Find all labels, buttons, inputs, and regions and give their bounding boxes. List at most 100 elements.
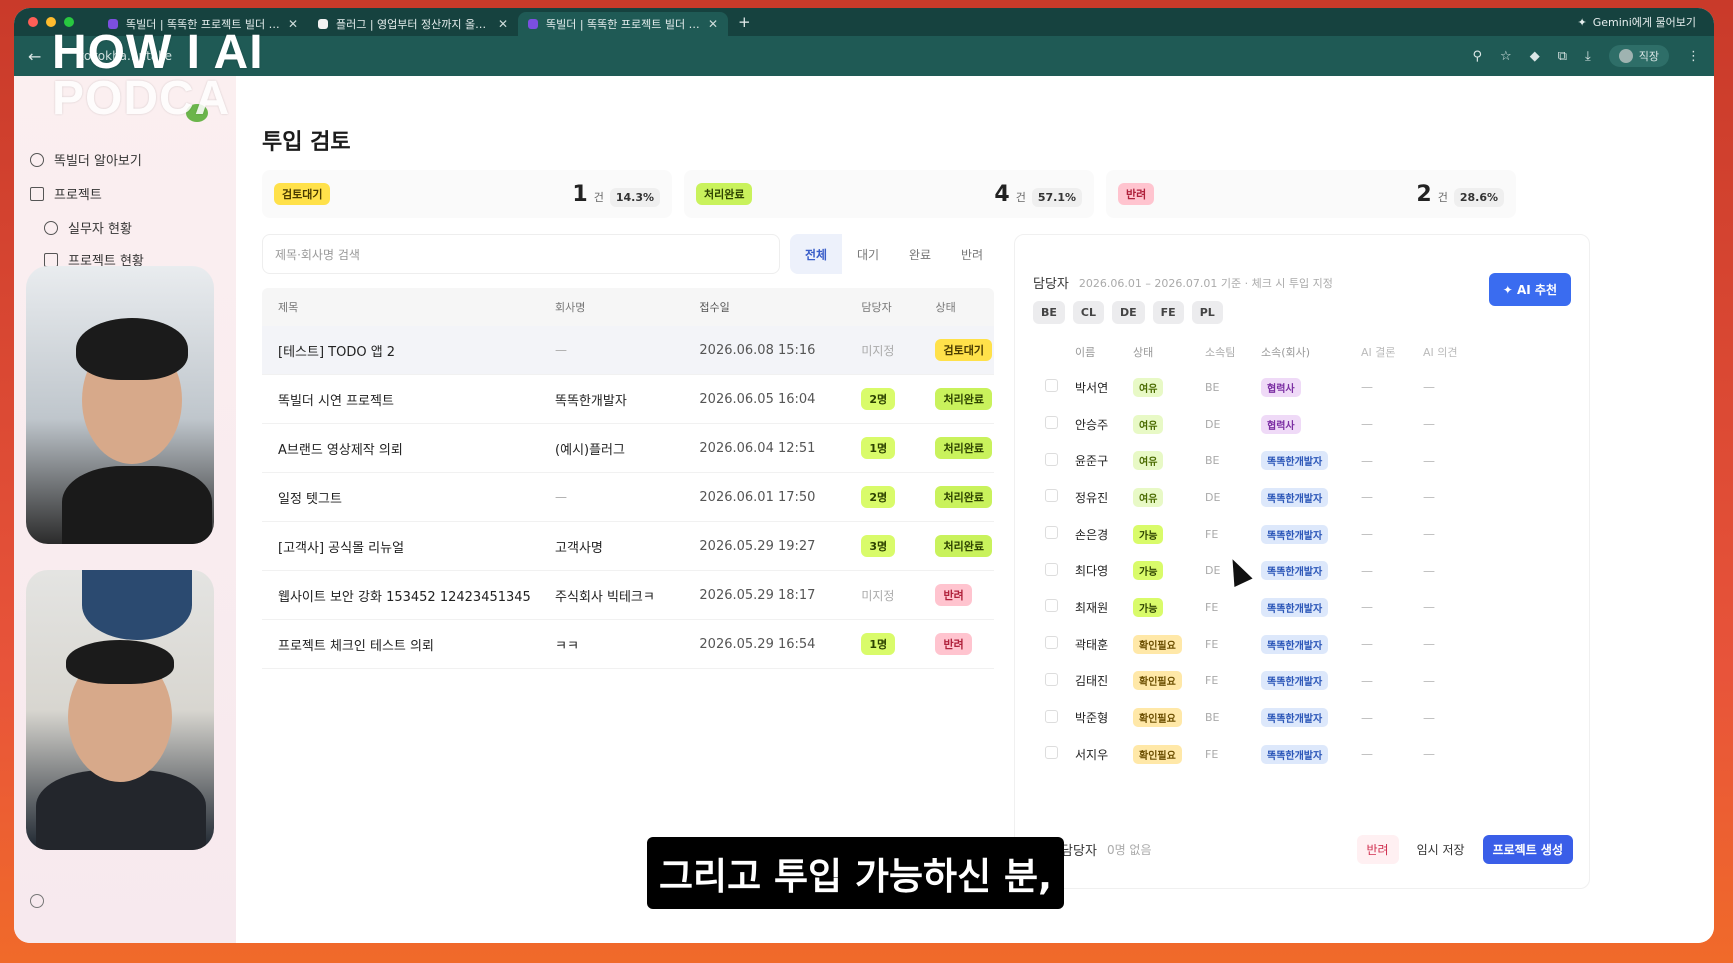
manager-count-badge: 1명 <box>861 437 896 459</box>
row-company: — <box>555 343 568 357</box>
table-header: 제목 회사명 접수일 담당자 상태 <box>262 288 994 326</box>
worker-row[interactable]: 곽태훈 확인필요 FE 똑똑한개발자 — — <box>1033 626 1573 663</box>
bookmark-star-icon[interactable]: ☆ <box>1500 49 1512 64</box>
team-filter-chips: BE CL DE FE PL <box>1033 301 1223 324</box>
checkbox[interactable] <box>1045 489 1058 503</box>
puzzle-icon[interactable]: ⧉ <box>1558 49 1567 64</box>
filter-rejected[interactable]: 반려 <box>946 234 998 274</box>
team-chip-pl[interactable]: PL <box>1191 301 1223 324</box>
row-title: A브랜드 영상제작 의뢰 <box>278 442 403 458</box>
ai-opinion: — <box>1423 417 1435 432</box>
worker-row[interactable]: 최다영 가능 DE 똑똑한개발자 — — <box>1033 552 1573 589</box>
worker-name: 박준형 <box>1075 711 1109 726</box>
team-chip-de[interactable]: DE <box>1112 301 1145 324</box>
worker-name: 김태진 <box>1075 674 1109 689</box>
row-title: [테스트] TODO 앱 2 <box>278 344 396 360</box>
sidebar-item-about[interactable]: 똑빌더 알아보기 <box>30 150 142 169</box>
user-settings-icon[interactable] <box>30 894 44 908</box>
gemini-button[interactable]: ✦ Gemini에게 물어보기 <box>1577 14 1714 30</box>
checkbox[interactable] <box>1045 452 1058 466</box>
worker-table-header: 이름 상태 소속팀 소속(회사) AI 결론 AI 의견 <box>1033 335 1573 369</box>
stat-unit: 건 <box>1437 190 1448 204</box>
back-arrow-icon[interactable]: ← <box>28 47 41 66</box>
panel-date-range: 2026.06.01 – 2026.07.01 기준 · 체크 시 투입 지정 <box>1078 276 1333 290</box>
close-tab-icon[interactable]: ✕ <box>498 17 508 31</box>
worker-row[interactable]: 김태진 확인필요 FE 똑똑한개발자 — — <box>1033 663 1573 700</box>
webcam-host-2 <box>26 570 214 850</box>
ai-result: — <box>1361 380 1373 395</box>
column-header: 이름 <box>1075 346 1096 359</box>
sidebar-item-projects[interactable]: 프로젝트 <box>30 184 102 203</box>
ai-recommend-button[interactable]: ✦ AI 추천 <box>1488 273 1571 306</box>
filter-all[interactable]: 전체 <box>790 234 842 274</box>
worker-row[interactable]: 박준형 확인필요 BE 똑똑한개발자 — — <box>1033 699 1573 736</box>
search-input[interactable]: 제목·회사명 검색 <box>262 234 780 274</box>
close-tab-icon[interactable]: ✕ <box>288 17 298 31</box>
filter-done[interactable]: 완료 <box>894 234 946 274</box>
worker-row[interactable]: 윤준구 여유 BE 똑똑한개발자 — — <box>1033 442 1573 479</box>
stat-card-pending[interactable]: 검토대기 1 건 14.3% <box>262 170 672 218</box>
row-title: 일정 텟그트 <box>278 491 342 507</box>
stat-card-rejected[interactable]: 반려 2 건 28.6% <box>1106 170 1516 218</box>
profile-button[interactable]: 직장 <box>1608 45 1669 67</box>
sidebar-item-workers[interactable]: 실무자 현황 <box>44 218 132 237</box>
ai-opinion: — <box>1423 637 1435 652</box>
worker-row[interactable]: 서지우 확인필요 FE 똑똑한개발자 — — <box>1033 736 1573 773</box>
team-chip-cl[interactable]: CL <box>1072 301 1104 324</box>
sidebar-item-label: 똑빌더 알아보기 <box>54 154 142 169</box>
logo-line-2: PODCA <box>52 72 231 125</box>
page-title: 투입 검토 <box>262 130 351 155</box>
team-chip-fe[interactable]: FE <box>1152 301 1184 324</box>
browser-window: 똑빌더 | 똑똑한 프로젝트 빌더 플랫 ✕ 플러그 | 영업부터 정산까지 올… <box>14 8 1714 943</box>
column-header: 상태 <box>935 301 956 314</box>
stat-card-done[interactable]: 처리완료 4 건 57.1% <box>684 170 1094 218</box>
worker-row[interactable]: 정유진 여유 DE 똑똑한개발자 — — <box>1033 479 1573 516</box>
checkbox[interactable] <box>1045 599 1058 613</box>
reject-button[interactable]: 반려 <box>1356 835 1399 864</box>
zoom-icon[interactable]: ⚲ <box>1473 49 1483 64</box>
close-window-button[interactable] <box>28 17 38 27</box>
panel-footer: 투입 담당자 0명 없음 반려 임시 저장 프로젝트 생성 <box>1033 835 1573 864</box>
affiliation-badge: 똑똑한개발자 <box>1261 561 1329 581</box>
temp-save-button[interactable]: 임시 저장 <box>1408 835 1473 864</box>
status-badge: 처리완료 <box>935 486 992 508</box>
panel-header: 담당자 2026.06.01 – 2026.07.01 기준 · 체크 시 투입… <box>1033 273 1333 293</box>
checkbox[interactable] <box>1045 746 1058 760</box>
worker-row[interactable]: 안승주 여유 DE 협력사 — — <box>1033 406 1573 443</box>
browser-tab-2[interactable]: 플러그 | 영업부터 정산까지 올인원 ✕ <box>308 12 518 36</box>
download-icon[interactable]: ⤓ <box>1585 49 1591 64</box>
table-row[interactable]: 똑빌더 시연 프로젝트 똑똑한개발자 2026.06.05 16:04 2명 처… <box>262 375 994 424</box>
row-date: 2026.06.04 12:51 <box>699 440 816 456</box>
worker-row[interactable]: 최재원 가능 FE 똑똑한개발자 — — <box>1033 589 1573 626</box>
create-project-button[interactable]: 프로젝트 생성 <box>1482 835 1573 864</box>
extension-icon[interactable]: ◆ <box>1530 49 1540 64</box>
table-row[interactable]: 웹사이트 보안 강화 153452 12423451345 주식회사 빅테크ㅋ … <box>262 571 994 620</box>
worker-name: 최다영 <box>1075 564 1109 579</box>
table-row[interactable]: [테스트] TODO 앱 2 — 2026.06.08 15:16 미지정 검토… <box>262 326 994 375</box>
availability-badge: 여유 <box>1133 487 1164 507</box>
checkbox[interactable] <box>1045 526 1058 540</box>
checkbox[interactable] <box>1045 709 1058 723</box>
table-row[interactable]: 프로젝트 체크인 테스트 의뢰 ㅋㅋ 2026.05.29 16:54 1명 반… <box>262 620 994 669</box>
checkbox[interactable] <box>1045 379 1058 393</box>
checkbox[interactable] <box>1045 672 1058 686</box>
favicon-icon <box>528 19 538 29</box>
table-row[interactable]: [고객사] 공식몰 리뉴얼 고객사명 2026.05.29 19:27 3명 처… <box>262 522 994 571</box>
checkbox[interactable] <box>1045 562 1058 576</box>
new-tab-button[interactable]: + <box>728 13 751 31</box>
filter-pending[interactable]: 대기 <box>842 234 894 274</box>
table-row[interactable]: A브랜드 영상제작 의뢰 (예시)플러그 2026.06.04 12:51 1명… <box>262 424 994 473</box>
tab-title: 플러그 | 영업부터 정산까지 올인원 <box>336 18 490 31</box>
worker-name: 곽태훈 <box>1075 637 1109 652</box>
close-tab-icon[interactable]: ✕ <box>708 17 718 31</box>
checkbox[interactable] <box>1045 636 1058 650</box>
worker-row[interactable]: 박서연 여유 BE 협력사 — — <box>1033 369 1573 406</box>
worker-row[interactable]: 손은경 가능 FE 똑똑한개발자 — — <box>1033 516 1573 553</box>
checkbox[interactable] <box>1045 416 1058 430</box>
menu-kebab-icon[interactable]: ⋮ <box>1687 49 1700 64</box>
team-chip-be[interactable]: BE <box>1033 301 1065 324</box>
affiliation-badge: 똑똑한개발자 <box>1261 597 1329 617</box>
browser-tab-3[interactable]: 똑빌더 | 똑똑한 프로젝트 빌더 플랫 ✕ <box>518 12 728 36</box>
column-header: 상태 <box>1133 346 1154 359</box>
table-row[interactable]: 일정 텟그트 — 2026.06.01 17:50 2명 처리완료 <box>262 473 994 522</box>
